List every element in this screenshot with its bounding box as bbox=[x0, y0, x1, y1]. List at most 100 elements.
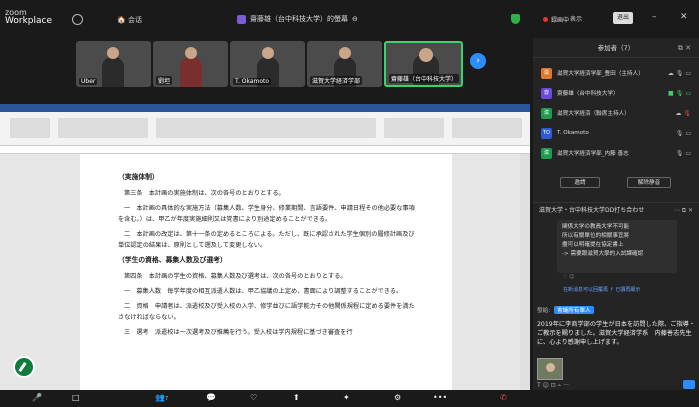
avatar: 齋 bbox=[541, 87, 552, 99]
avatar: 滋 bbox=[541, 67, 552, 79]
doc-paragraph: 一 本計画の具体的な実施方法（募集人数、学生身分、修業期間、言語要件、申請日程そ… bbox=[118, 205, 415, 223]
meeting-toolbar: 🎤 □ 👥7 💬 ♡ ⬆ ✦ ⚙ ••• ✆ bbox=[0, 390, 699, 407]
recording-label: 録画中 bbox=[551, 17, 570, 24]
video-strip: Uber 劉坦 T. Okamoto 滋賀大学経済学部 齋藤雄（台中科技大学） … bbox=[0, 38, 530, 90]
chat-title: 滋賀大学・台中科技大学DD打ち合わせ bbox=[539, 207, 645, 214]
video-icon[interactable]: □ bbox=[72, 393, 80, 402]
participant-row[interactable]: 滋 滋賀大学経済（聯席主持人） ☁🎙 bbox=[541, 106, 693, 120]
security-shield-icon[interactable] bbox=[511, 14, 520, 24]
zoom-logo: zoom Workplace bbox=[5, 8, 52, 26]
video-tile[interactable]: Uber bbox=[76, 41, 151, 87]
participant-name: 滋賀大学経済学部_内藤 善志 bbox=[557, 151, 629, 157]
close-icon[interactable]: ✕ bbox=[680, 12, 688, 22]
video-tile[interactable]: 滋賀大学経済学部 bbox=[307, 41, 382, 87]
participants-count: 7 bbox=[164, 396, 169, 402]
video-tile[interactable]: 劉坦 bbox=[153, 41, 228, 87]
doc-paragraph: 三 選考 派遣校は一次選考及び推薦を行う。受入校は学内規程に基づき審査を行 bbox=[124, 329, 353, 336]
send-to-row: 發給: 會議所有單人 bbox=[537, 306, 594, 314]
chat-tools[interactable]: T ☺ ⊡ ⌁ ··· bbox=[537, 382, 569, 389]
minimize-icon[interactable]: – bbox=[652, 12, 657, 22]
doc-heading: （実施体制） bbox=[118, 173, 159, 181]
person-head bbox=[419, 48, 433, 62]
chat-input-text[interactable]: 2019年に李商学部の学生が日本を訪問した際、ご指導・ご教示を賜りました。滋賀大… bbox=[537, 320, 697, 347]
chat-line: 関係大学の教員大学不可能 bbox=[562, 224, 630, 230]
chat-icon[interactable]: 💬 bbox=[206, 393, 216, 402]
chat-popout-icon[interactable]: ⋯ ⧉ ✕ bbox=[674, 203, 693, 219]
video-name: 齋藤雄（台中科技大学） bbox=[389, 74, 460, 83]
person-head bbox=[185, 47, 197, 59]
info-icon[interactable] bbox=[72, 14, 83, 25]
new-message-note[interactable]: 在新消息可以回覆再 ↑ 已讀再顯示 bbox=[563, 286, 640, 293]
next-page-arrow-icon[interactable]: › bbox=[470, 53, 486, 69]
participants-icon[interactable]: 👥7 bbox=[155, 393, 168, 402]
person-head bbox=[262, 47, 274, 59]
participant-row[interactable]: TO T. Okamoto 🎙▭ bbox=[541, 126, 693, 140]
doc-paragraph: 二 資格 申請者は、派遣校及び受入校の入学、修学並びに語学能力その他関係規程に定… bbox=[118, 303, 415, 321]
brand-line2: Workplace bbox=[5, 16, 53, 26]
participant-status-icons: ☁🎙▭ bbox=[667, 69, 693, 77]
document-page: （実施体制） 第三条 本計画の実施体制は、次の各号のとおりとする。 一 本計画の… bbox=[80, 154, 452, 390]
doc-article: 第四条 本計画の学生の資格、募集人数及び選考は、次の各号のとおりとする。 bbox=[124, 273, 347, 280]
participant-name: T. Okamoto bbox=[557, 130, 589, 136]
chat-image-attachment[interactable] bbox=[537, 358, 563, 380]
exit-button[interactable]: 退出 bbox=[613, 12, 633, 24]
doc-paragraph: 二 本計画の改定は、第十一条の定めるところによる。ただし、既に承認された学生個別… bbox=[118, 231, 415, 249]
chat-line: 盡可以明確提在協定書上 bbox=[562, 242, 624, 248]
ribbon-group bbox=[384, 118, 444, 138]
ribbon-group bbox=[452, 118, 522, 138]
chat-line: 所以有關單位的相關事宜將 bbox=[562, 233, 630, 239]
share-indicator-icon bbox=[237, 14, 246, 24]
video-name: 滋賀大学経済学部 bbox=[310, 76, 363, 85]
avatar: 滋 bbox=[541, 147, 552, 159]
end-call-icon[interactable]: ✆ bbox=[500, 393, 507, 402]
reactions-icon[interactable]: ♡ bbox=[250, 393, 257, 402]
title-bar: zoom Workplace 🏠 会话 齋藤雄（台中科技大学）的螢幕 ⊖ 録画中… bbox=[0, 0, 699, 38]
participant-row[interactable]: 滋 滋賀大学経済学部_内藤 善志 🎙▭ bbox=[541, 146, 693, 160]
word-title-bar bbox=[0, 104, 530, 112]
word-ribbon bbox=[0, 112, 530, 146]
person-silhouette bbox=[180, 57, 202, 87]
participant-row[interactable]: 滋 滋賀大学経済学部_豊田（主持人） ☁🎙▭ bbox=[541, 66, 693, 80]
meeting-title[interactable]: 齋藤雄（台中科技大学）的螢幕 ⊖ bbox=[237, 14, 358, 24]
chevron-down-icon: ⊖ bbox=[352, 15, 358, 23]
send-to-label: 發給: bbox=[537, 308, 551, 314]
reaction-icons[interactable]: ♡ ☺ bbox=[563, 274, 574, 280]
participant-row[interactable]: 齋 齋藤雄（台中科技大学） ■🎙▭ bbox=[541, 86, 693, 100]
avatar: 滋 bbox=[541, 107, 552, 119]
participants-header: 参加者（7） ⧉ ✕ bbox=[533, 38, 699, 58]
video-name: T. Okamoto bbox=[233, 78, 272, 85]
side-panel: 参加者（7） ⧉ ✕ 滋 滋賀大学経済学部_豊田（主持人） ☁🎙▭ 齋 齋藤雄（… bbox=[533, 38, 699, 390]
person-head bbox=[107, 47, 119, 59]
record-dot-icon bbox=[543, 17, 548, 22]
video-tile[interactable]: T. Okamoto bbox=[230, 41, 305, 87]
person-silhouette bbox=[102, 57, 124, 87]
ribbon-group bbox=[58, 118, 148, 138]
home-tab[interactable]: 🏠 会话 bbox=[117, 15, 142, 25]
apps-icon[interactable]: ⚙ bbox=[394, 393, 401, 402]
popout-icon[interactable]: ⧉ ✕ bbox=[678, 38, 691, 58]
chat-line: -> 需要跟滋賀大學的入試課確認 bbox=[562, 251, 644, 257]
invite-button[interactable]: 邀請 bbox=[560, 177, 600, 188]
send-icon[interactable] bbox=[683, 380, 695, 389]
document-scrollbar[interactable] bbox=[520, 154, 530, 390]
ai-companion-icon[interactable]: ✦ bbox=[343, 393, 350, 402]
recording-indicator[interactable]: 録画中 bbox=[543, 15, 569, 24]
unmute-all-button[interactable]: 解除静音 bbox=[627, 177, 671, 188]
ribbon-group bbox=[10, 118, 50, 138]
doc-article: 第三条 本計画の実施体制は、次の各号のとおりとする。 bbox=[124, 190, 285, 197]
send-to-dropdown[interactable]: 會議所有單人 bbox=[554, 306, 594, 314]
participant-status-icons: 🎙▭ bbox=[675, 129, 693, 137]
ribbon-styles bbox=[156, 118, 376, 138]
annotate-pen-icon[interactable] bbox=[13, 356, 35, 378]
participant-status-icons: ☁🎙 bbox=[675, 109, 693, 117]
view-button[interactable]: 表示 bbox=[570, 14, 582, 23]
zoom-window: zoom Workplace 🏠 会话 齋藤雄（台中科技大学）的螢幕 ⊖ 録画中… bbox=[0, 0, 699, 407]
person-head bbox=[339, 47, 351, 59]
more-icon[interactable]: ••• bbox=[433, 393, 447, 402]
share-screen-icon[interactable]: ⬆ bbox=[293, 393, 300, 402]
participant-name: 齋藤雄（台中科技大学） bbox=[557, 91, 619, 97]
mic-icon[interactable]: 🎤 bbox=[32, 393, 42, 402]
chat-message-box: 関係大学の教員大学不可能 所以有關單位的相關事宜將 盡可以明確提在協定書上 ->… bbox=[557, 220, 677, 273]
home-label: 会话 bbox=[127, 16, 142, 24]
video-tile-active-speaker[interactable]: 齋藤雄（台中科技大学） bbox=[384, 41, 463, 87]
